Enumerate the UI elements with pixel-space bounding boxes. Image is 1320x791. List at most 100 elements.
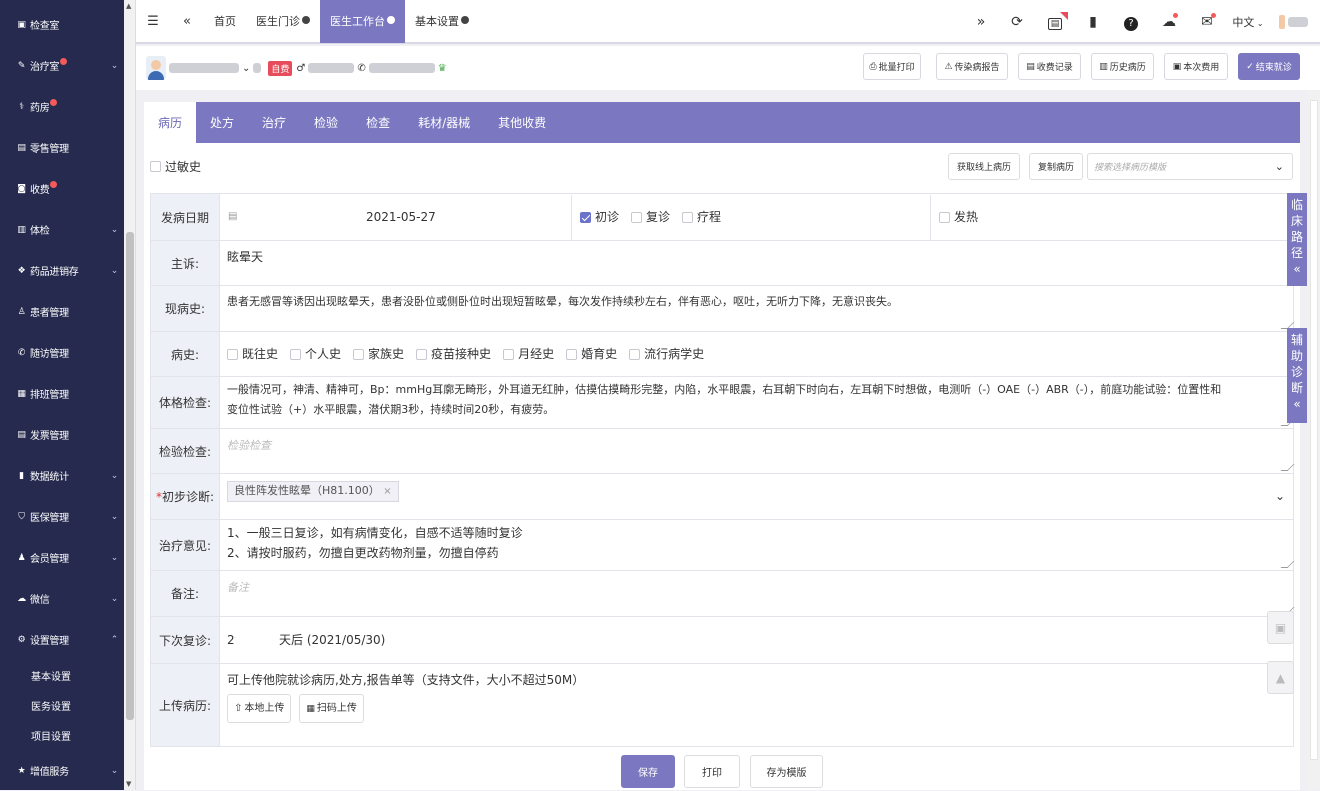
treatment-input[interactable]: 1、一般三日复诊，如有病情变化，自感不适等随时复诊 2、请按时服药，勿擅自更改药物… <box>220 520 1295 570</box>
visit-type-checkbox[interactable]: 复诊 <box>631 207 670 227</box>
action-button-2[interactable]: ▤ 收费记录 <box>1018 53 1081 80</box>
next-visit-days-input[interactable]: 2 <box>227 630 279 650</box>
diagnosis-select[interactable]: 良性阵发性眩晕（H81.100） × ⌄ <box>220 474 1293 519</box>
collapse-tabs-icon[interactable]: « <box>170 14 204 29</box>
sidebar-item-5[interactable]: ▥ 体检 ⌄ <box>0 209 124 250</box>
local-upload-button[interactable]: ⇧ 本地上传 <box>227 694 292 723</box>
refresh-icon[interactable]: ⟳ <box>998 14 1036 30</box>
sidebar-item-1[interactable]: ✎ 治疗室 ⌄ <box>0 45 124 86</box>
sidebar-item-7[interactable]: ♙ 患者管理 <box>0 291 124 332</box>
tab-3[interactable]: 基本设置 <box>405 0 479 43</box>
sidebar-item-2[interactable]: ⚕ 药房 <box>0 86 124 127</box>
record-tab-5[interactable]: 耗材/器械 <box>404 102 484 143</box>
fetch-online-record-button[interactable]: 获取线上病历 <box>948 153 1020 180</box>
action-button-1[interactable]: ⚠ 传染病报告 <box>936 53 1008 80</box>
tab-2[interactable]: 医生工作台 <box>320 0 405 43</box>
scrollbar-thumb[interactable] <box>126 232 134 720</box>
history-checkbox[interactable]: 疫苗接种史 <box>416 344 491 364</box>
sidebar-item-label: 药房 <box>30 103 50 114</box>
action-button-4[interactable]: ▣ 本次费用 <box>1164 53 1228 80</box>
history-checkbox[interactable]: 家族史 <box>353 344 404 364</box>
copy-record-button[interactable]: 复制病历 <box>1029 153 1083 180</box>
sidebar-item-0[interactable]: ▣ 检查室 <box>0 4 124 45</box>
fever-checkbox[interactable]: 发热 <box>931 207 978 227</box>
record-tab-3[interactable]: 检验 <box>300 102 352 143</box>
close-tab-icon[interactable] <box>302 16 310 24</box>
history-checkbox[interactable]: 月经史 <box>503 344 554 364</box>
sidebar-item-8[interactable]: ✆ 随访管理 <box>0 332 124 373</box>
tab-1[interactable]: 医生门诊 <box>246 0 320 43</box>
sidebar-subitem[interactable]: 项目设置 <box>0 720 124 750</box>
sidebar-item-value-added[interactable]: ★ 增值服务 ⌄ <box>0 750 124 791</box>
record-tab-4[interactable]: 检查 <box>352 102 404 143</box>
onset-date-field[interactable]: ▤ 2021-05-27 <box>220 194 572 240</box>
id-card-icon[interactable]: ▤ <box>1036 12 1074 30</box>
menu-icon[interactable]: ☰ <box>136 14 170 29</box>
save-as-template-button[interactable]: 存为模版 <box>750 755 823 788</box>
sidebar-item-10[interactable]: ▤ 发票管理 <box>0 414 124 455</box>
sidebar-scrollbar[interactable]: ▲ ▼ <box>124 0 136 790</box>
scroll-top-icon[interactable]: ▲ <box>1267 661 1294 694</box>
sidebar-item-15[interactable]: ⚙ 设置管理 ⌃ <box>0 619 124 660</box>
physical-exam-input[interactable]: 一般情况可，神清、精神可，Bp：mmHg耳廓无畸形，外耳道无红肿，估摸估摸畸形完… <box>220 377 1295 428</box>
sidebar-item-9[interactable]: ▦ 排班管理 <box>0 373 124 414</box>
allergy-checkbox[interactable]: 过敏史 <box>150 158 201 175</box>
sidebar-subitem[interactable]: 医务设置 <box>0 690 124 720</box>
history-checkbox[interactable]: 流行病学史 <box>629 344 704 364</box>
fever-label: 发热 <box>954 210 979 224</box>
record-tab-1[interactable]: 处方 <box>196 102 248 143</box>
lab-input[interactable]: 检验检查 <box>220 429 1295 473</box>
record-tab-0[interactable]: 病历 <box>144 102 197 143</box>
sidebar-subitem[interactable]: 基本设置 <box>0 660 124 690</box>
scroll-up-icon[interactable]: ▲ <box>126 2 131 10</box>
language-select[interactable]: 中文 ⌄ <box>1226 14 1270 30</box>
record-tab-2[interactable]: 治疗 <box>248 102 300 143</box>
sidebar-item-13[interactable]: ♟ 会员管理 ⌄ <box>0 537 124 578</box>
sidebar-item-label: 检查室 <box>30 21 60 32</box>
mail-icon[interactable]: ✉ <box>1188 13 1226 30</box>
resize-handle[interactable] <box>1280 464 1295 471</box>
user-avatar[interactable] <box>1270 15 1320 29</box>
main-scrollbar[interactable] <box>1308 90 1320 790</box>
more-tabs-icon[interactable]: » <box>964 14 998 30</box>
sidebar-item-label: 会员管理 <box>30 554 69 565</box>
close-tab-icon[interactable] <box>387 16 395 24</box>
history-checkbox[interactable]: 个人史 <box>290 344 341 364</box>
assist-diagnosis-tab[interactable]: 辅助诊断 « <box>1287 328 1307 423</box>
help-icon[interactable]: ? <box>1112 14 1150 31</box>
scan-upload-button[interactable]: ▦ 扫码上传 <box>299 694 364 723</box>
visit-type-checkbox[interactable]: 初诊 <box>580 207 619 227</box>
lab-label: 检验检查: <box>151 429 220 473</box>
sidebar-item-12[interactable]: ⛉ 医保管理 ⌄ <box>0 496 124 537</box>
history-checkbox[interactable]: 既往史 <box>227 344 278 364</box>
chevron-icon: ⌄ <box>110 593 119 604</box>
save-draft-icon[interactable]: ▣ <box>1267 611 1294 644</box>
tab-0[interactable]: 首页 <box>204 0 246 43</box>
template-select[interactable]: 搜索选择病历模版 ⌄ <box>1087 153 1293 180</box>
action-button-5[interactable]: ✓ 结束就诊 <box>1238 53 1300 80</box>
complaint-input[interactable]: 眩晕天 <box>220 241 1293 285</box>
visit-type-checkbox[interactable]: 疗程 <box>682 207 721 227</box>
scroll-down-icon[interactable]: ▼ <box>126 780 131 788</box>
close-tab-icon[interactable] <box>461 16 469 24</box>
sidebar-item-4[interactable]: ◙ 收费 <box>0 168 124 209</box>
book-icon[interactable]: ▮ <box>1074 14 1112 30</box>
action-button-3[interactable]: ▥ 历史病历 <box>1091 53 1154 80</box>
sidebar-item-3[interactable]: ▤ 零售管理 <box>0 127 124 168</box>
wechat-icon[interactable]: ☁ <box>1150 13 1188 30</box>
sidebar-item-6[interactable]: ❖ 药品进销存 ⌄ <box>0 250 124 291</box>
action-button-0[interactable]: ⎙ 批量打印 <box>863 53 921 80</box>
close-icon[interactable]: × <box>383 486 391 497</box>
save-button[interactable]: 保存 <box>621 755 675 788</box>
chevron-down-icon[interactable]: ⌄ <box>242 63 250 74</box>
sidebar-item-11[interactable]: ▮ 数据统计 ⌄ <box>0 455 124 496</box>
star-icon: ★ <box>17 765 26 776</box>
present-illness-input[interactable]: 患者无感冒等诱因出现眩晕天，患者没卧位或侧卧位时出现短暂眩晕，每次发作持续秒左右… <box>220 286 1295 331</box>
remark-placeholder: 备注 <box>227 581 249 594</box>
clinical-pathway-tab[interactable]: 临床路径 « <box>1287 193 1307 286</box>
record-tab-6[interactable]: 其他收费 <box>484 102 560 143</box>
history-checkbox[interactable]: 婚育史 <box>566 344 617 364</box>
print-button[interactable]: 打印 <box>684 755 740 788</box>
sidebar-item-14[interactable]: ☁ 微信 ⌄ <box>0 578 124 619</box>
remark-input[interactable]: 备注 <box>220 571 1295 616</box>
